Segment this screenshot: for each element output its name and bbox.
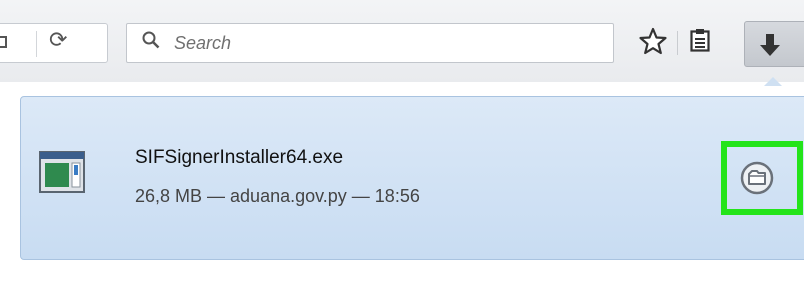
- download-arrow-icon: [760, 34, 780, 56]
- search-input[interactable]: Search: [126, 23, 614, 63]
- downloads-panel: SIFSignerInstaller64.exe 26,8 MB — aduan…: [0, 86, 804, 293]
- browser-toolbar: ⟳ Search: [0, 0, 804, 82]
- reading-list-icon[interactable]: [690, 28, 710, 52]
- download-item[interactable]: SIFSignerInstaller64.exe 26,8 MB — aduan…: [20, 96, 804, 260]
- executable-file-icon: [39, 151, 85, 193]
- search-icon: [142, 31, 160, 49]
- download-file-meta: 26,8 MB — aduana.gov.py — 18:56: [135, 186, 420, 206]
- bookmark-star-icon[interactable]: [638, 26, 668, 56]
- downloads-button[interactable]: [744, 21, 804, 67]
- toolbar-separator: [677, 31, 678, 55]
- search-placeholder: Search: [174, 33, 232, 53]
- navigation-separator: [36, 31, 37, 57]
- download-file-name: SIFSignerInstaller64.exe: [135, 147, 344, 168]
- open-containing-folder-icon[interactable]: [739, 160, 775, 196]
- stop-icon[interactable]: [0, 36, 7, 48]
- reload-icon[interactable]: ⟳: [49, 28, 67, 53]
- navigation-controls: ⟳: [0, 23, 108, 63]
